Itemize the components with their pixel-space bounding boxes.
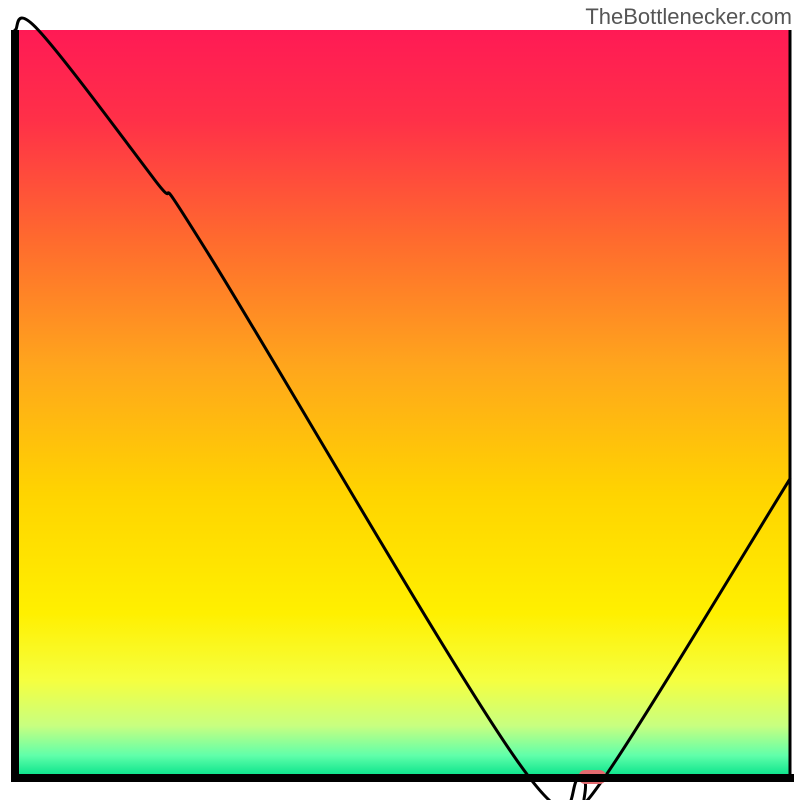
bottleneck-chart: TheBottlenecker.com [0,0,800,800]
chart-svg [0,0,800,800]
attribution-text: TheBottlenecker.com [585,4,792,30]
